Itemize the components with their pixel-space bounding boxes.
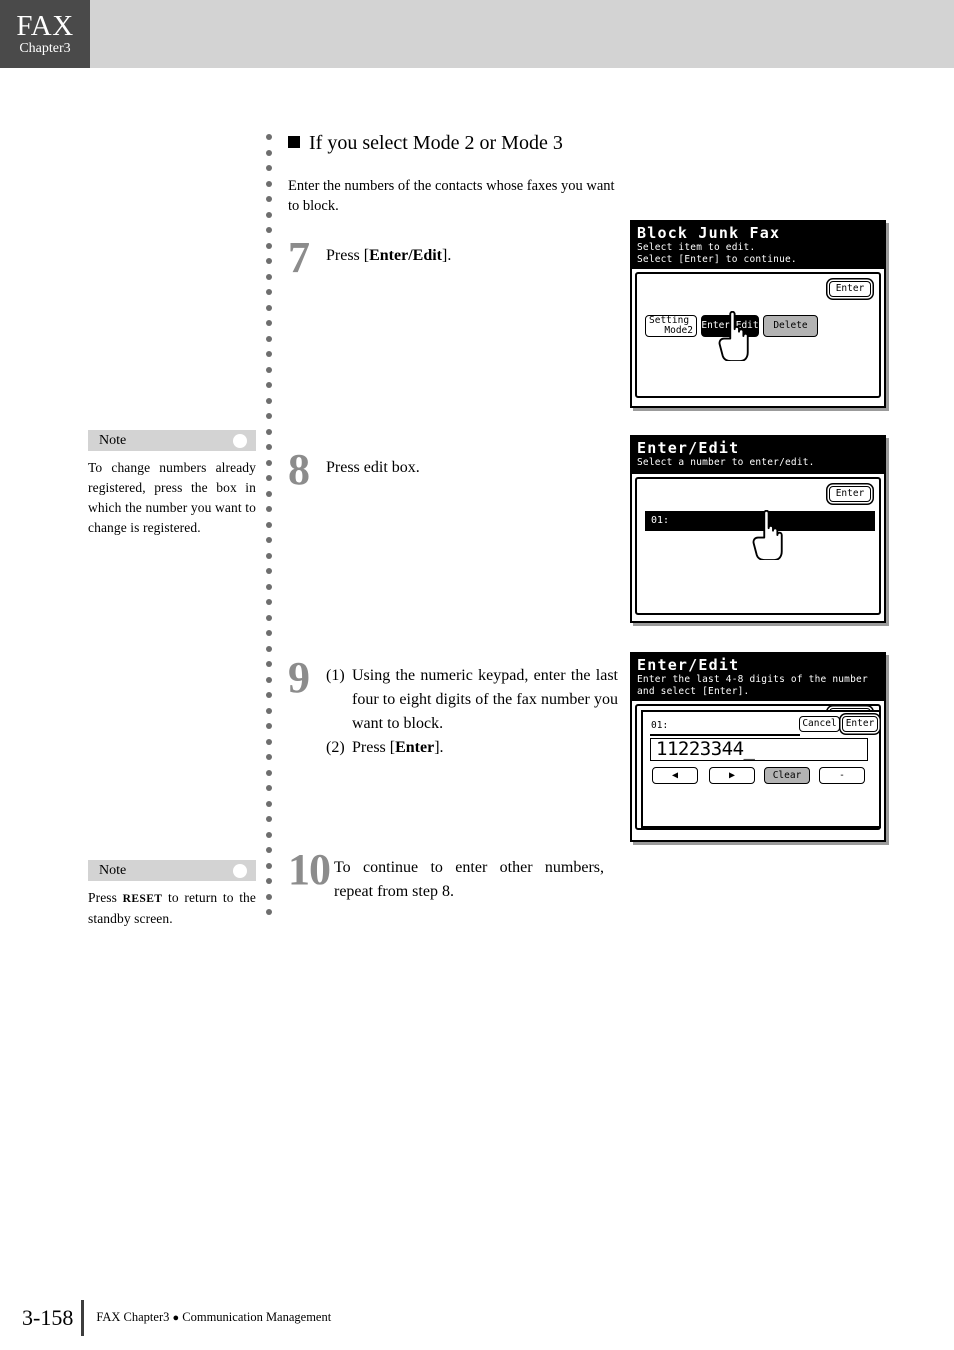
lcd-1-delete-button[interactable]: Delete: [763, 315, 818, 337]
chapter-tab: FAX Chapter3: [0, 0, 90, 68]
footer-caption: FAX Chapter3 ● Communication Management: [84, 1311, 331, 1325]
decorative-dotted-rule: [266, 134, 272, 929]
main-content-column: If you select Mode 2 or Mode 3 Enter the…: [288, 130, 618, 904]
lcd-2-enter-button[interactable]: Enter: [829, 485, 871, 502]
lcd-panel-block-junk-fax: Block Junk Fax Select item to edit. Sele…: [630, 220, 886, 408]
footer-text-left: FAX Chapter3: [96, 1310, 170, 1324]
lcd-1-body: Enter Setting Mode2 Enter/Edit Delete: [635, 272, 881, 398]
lcd-2-subtitle-line1: Select a number to enter/edit.: [637, 457, 815, 468]
step-7-number: 7: [288, 233, 310, 282]
step-9-sub-2-post: ].: [434, 739, 444, 756]
step-8: 8 Press edit box.: [288, 445, 618, 494]
lcd-3-key-hyphen[interactable]: -: [819, 767, 865, 784]
note-1-label: Note: [99, 432, 127, 448]
lcd-1-subtitle-line2: Select [Enter] to continue.: [637, 253, 797, 265]
lcd-3-title-bar: Enter/Edit Enter the last 4-8 digits of …: [632, 654, 884, 701]
step-9-sub-2: (2) Press [Enter].: [326, 736, 618, 760]
lcd-3-title: Enter/Edit: [637, 656, 740, 674]
step-9-sub-2-pre: Press [: [352, 739, 396, 756]
lcd-3-input-dialog: 01: Cancel Enter 11223344_ ◀ ▶ Clear -: [641, 710, 881, 828]
step-7-text: Press [Enter/Edit].: [326, 238, 451, 268]
step-7: 7 Press [Enter/Edit].: [288, 233, 618, 282]
chapter-tab-title: FAX: [16, 10, 74, 42]
lcd-3-body: Enter 01: Cancel Enter 11223344_ ◀ ▶ Cle…: [635, 704, 881, 830]
lcd-3-key-right-arrow[interactable]: ▶: [709, 767, 755, 784]
note-1-bar: Note: [88, 430, 256, 451]
lcd-1-title-bar: Block Junk Fax Select item to edit. Sele…: [632, 222, 884, 269]
step-9-number: 9: [288, 653, 310, 702]
lcd-1-enter-edit-button[interactable]: Enter/Edit: [701, 315, 759, 337]
step-8-number: 8: [288, 445, 310, 494]
lcd-1-title: Block Junk Fax: [637, 224, 781, 242]
lcd-3-subtitle-line2: and select [Enter].: [637, 685, 750, 697]
note-2-bar: Note: [88, 860, 256, 881]
lcd-2-title: Enter/Edit: [637, 439, 740, 457]
note-2-label: Note: [99, 862, 127, 878]
lcd-3-cancel-button[interactable]: Cancel: [799, 716, 840, 732]
lcd-3-subtitle-line1: Enter the last 4-8 digits of the number: [637, 674, 868, 685]
note-2-text: Press RESET to return to the standby scr…: [88, 888, 256, 929]
note-circle-icon: [233, 433, 247, 448]
step-9-sub-2-text: Press [Enter].: [352, 736, 618, 760]
section-heading-text: If you select Mode 2 or Mode 3: [309, 132, 563, 154]
lcd-panel-enter-edit-select: Enter/Edit Select a number to enter/edit…: [630, 435, 886, 623]
lcd-1-setting-label-line2: Mode2: [664, 325, 693, 336]
lcd-panel-enter-edit-input: Enter/Edit Enter the last 4-8 digits of …: [630, 652, 886, 842]
lcd-3-dialog-label-underline: [650, 734, 800, 736]
lcd-3-enter-button[interactable]: Enter: [842, 716, 878, 732]
lcd-2-title-bar: Enter/Edit Select a number to enter/edit…: [632, 437, 884, 474]
step-9-sub-1-text: Using the numeric keypad, enter the last…: [352, 667, 618, 732]
step-7-text-pre: Press [: [326, 247, 370, 264]
footer-bullet-icon: ●: [172, 1312, 180, 1324]
lcd-1-subtitle-line1: Select item to edit.: [637, 242, 756, 253]
lcd-1-setting-mode-button[interactable]: Setting Mode2: [645, 315, 697, 337]
step-9-sub-1-marker: (1): [326, 667, 345, 684]
page-footer: 3-158 FAX Chapter3 ● Communication Manag…: [22, 1300, 331, 1336]
note-circle-icon: [233, 863, 247, 878]
page-header-band: [0, 0, 954, 68]
lcd-3-dialog-row-label: 01:: [651, 720, 669, 731]
step-9: 9 (1) Using the numeric keypad, enter th…: [288, 653, 618, 760]
step-8-text: Press edit box.: [326, 459, 420, 476]
lcd-2-number-row-01[interactable]: 01:: [645, 510, 875, 531]
note-box-2: Note Press RESET to return to the standb…: [88, 860, 256, 929]
note-2-pre: Press: [88, 890, 123, 905]
lcd-1-enter-button[interactable]: Enter: [829, 281, 871, 297]
step-9-body: (1) Using the numeric keypad, enter the …: [326, 658, 618, 760]
chapter-tab-subtitle: Chapter3: [19, 41, 71, 56]
step-7-text-bold: Enter/Edit: [369, 247, 442, 264]
step-9-sub-2-bold: Enter: [395, 739, 435, 756]
step-10: 10 To continue to enter other numbers, r…: [288, 845, 618, 904]
lcd-3-key-left-arrow[interactable]: ◀: [652, 767, 698, 784]
note-2-reset-key: RESET: [122, 893, 163, 905]
note-1-text: To change numbers already registered, pr…: [88, 460, 256, 535]
step-9-sub-1: (1) Using the numeric keypad, enter the …: [326, 664, 618, 736]
step-7-text-post: ].: [442, 247, 452, 264]
footer-page-number: 3-158: [22, 1305, 74, 1330]
square-bullet-icon: [288, 136, 300, 148]
lcd-3-key-clear[interactable]: Clear: [764, 767, 810, 784]
step-10-text: To continue to enter other numbers, repe…: [334, 859, 604, 900]
lcd-3-number-input[interactable]: 11223344_: [650, 738, 868, 761]
lcd-2-body: Enter 01:: [635, 476, 881, 615]
footer-text-right: Communication Management: [182, 1310, 332, 1324]
note-box-1: Note To change numbers already registere…: [88, 430, 256, 538]
section-heading: If you select Mode 2 or Mode 3: [288, 130, 618, 156]
step-10-number: 10: [288, 845, 331, 894]
step-9-sub-2-marker: (2): [326, 739, 345, 756]
section-intro-text: Enter the numbers of the contacts whose …: [288, 178, 615, 214]
